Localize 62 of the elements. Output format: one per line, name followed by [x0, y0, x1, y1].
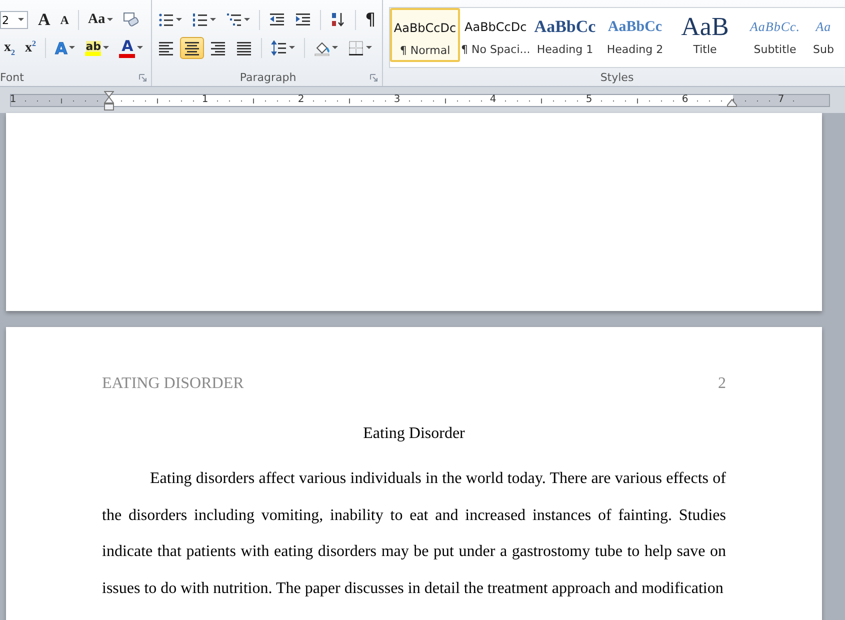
dialog-launcher-icon[interactable] [370, 74, 378, 82]
group-label: Font [0, 70, 24, 84]
indent-marker-icon[interactable] [727, 98, 737, 106]
ruler-number: 4 [490, 94, 496, 104]
caret-icon [176, 18, 182, 22]
highlight-button[interactable]: ab [81, 37, 114, 59]
running-header: EATING DISORDER [102, 375, 244, 393]
caret-icon [107, 18, 114, 22]
shrink-button[interactable]: A [56, 9, 73, 31]
multilevel-list-icon [226, 12, 242, 28]
caret-icon [289, 46, 295, 50]
font-size-field[interactable]: 2 [0, 11, 28, 29]
indent-marker-icon[interactable] [104, 90, 114, 110]
style-item[interactable]: AaB Title [670, 8, 740, 62]
caret-icon [69, 46, 76, 50]
align-center-button[interactable] [180, 37, 204, 59]
ruler-number: 7 [778, 94, 784, 104]
grow-button[interactable]: A [34, 9, 54, 31]
paint-bucket-icon [314, 40, 330, 56]
ruler-number: 6 [682, 94, 688, 104]
bullets-icon [158, 12, 174, 28]
style-item[interactable]: Aa Sub [810, 8, 837, 62]
fontcolor-button[interactable]: A [115, 37, 148, 59]
style-item[interactable]: AaBbCc. Subtitle [740, 8, 810, 62]
group-label: Paragraph [240, 70, 296, 84]
align-right-icon [210, 40, 226, 56]
style-item[interactable]: AaBbCc Heading 2 [600, 8, 670, 62]
subscript-button[interactable]: x$_{2}$ [0, 37, 19, 59]
align-center-icon [184, 40, 200, 56]
style-item[interactable]: AaBbCc Heading 1 [530, 8, 600, 62]
line-spacing-icon [271, 40, 287, 56]
body-paragraph: Eating disorders affect various individuals in the world today. There are various effects of the disorders including vomiting, inability to eat and increased instances of fainting. Studies indicate that patients with eating disorders may be put under a gastrostomy tube to help save on issues to do with nutrition. The paper discusses in detail the treatment approach and modification [102, 469, 726, 600]
ruler-number: 1 [202, 94, 208, 104]
caret-icon [210, 18, 216, 22]
caret-icon [332, 46, 338, 50]
eraser-icon [123, 12, 140, 28]
increase-indent-icon [295, 12, 311, 28]
align-left-icon [158, 40, 174, 56]
marks-button[interactable]: ¶ [361, 9, 380, 31]
effects-button[interactable]: A [51, 37, 80, 59]
caret-icon [137, 46, 144, 50]
numbering-icon [192, 12, 208, 28]
ruler-number: 2 [298, 94, 304, 104]
ruler-number: 3 [394, 94, 400, 104]
justify-icon [236, 40, 252, 56]
superscript-button[interactable]: x$^{2}$ [21, 37, 40, 59]
page-number: 2 [718, 375, 726, 393]
caret-icon [244, 18, 250, 22]
caret-icon [103, 46, 110, 50]
style-item[interactable]: AaBbCcDc ¶ No Spaci... [460, 8, 530, 62]
decrease-indent-icon [269, 12, 285, 28]
ruler-number: 5 [586, 94, 592, 104]
group-label: Styles [600, 70, 634, 84]
borders-icon [348, 40, 364, 56]
document-title: Eating Disorder [362, 425, 466, 443]
ruler-number: 1 [10, 94, 16, 104]
caret-icon [18, 18, 24, 22]
dialog-launcher-icon[interactable] [139, 74, 147, 82]
case-button[interactable]: Aa [84, 9, 118, 31]
style-item[interactable]: AaBbCcDc ¶ Normal [390, 8, 460, 62]
caret-icon [366, 46, 372, 50]
sort-icon [330, 12, 346, 28]
